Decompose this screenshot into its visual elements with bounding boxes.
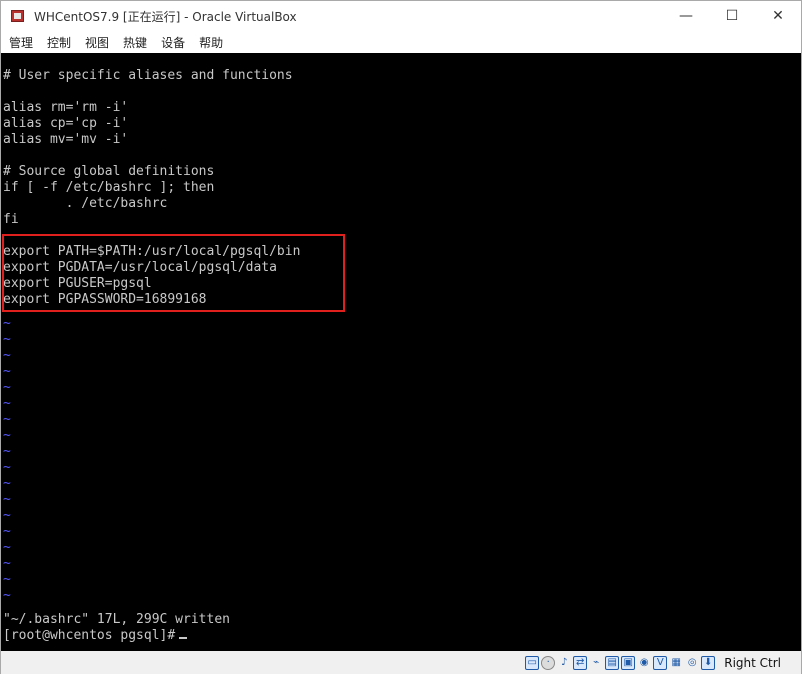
tilde-marker: ~ [3, 556, 11, 571]
terminal-line: if [ -f /etc/bashrc ]; then [3, 180, 215, 195]
tilde-marker: ~ [3, 380, 11, 395]
menu-view[interactable]: 视图 [79, 34, 115, 51]
menu-control[interactable]: 控制 [41, 34, 77, 51]
host-key-label[interactable]: Right Ctrl [724, 656, 781, 670]
title-bar[interactable]: WHCentOS7.9 [正在运行] - Oracle VirtualBox —… [1, 1, 801, 31]
menu-hotkey[interactable]: 热键 [117, 34, 153, 51]
cpu-icon[interactable]: ▦ [669, 656, 683, 670]
terminal-line: fi [3, 212, 19, 227]
terminal-line: alias mv='mv -i' [3, 132, 129, 147]
virtualbox-app-icon [10, 8, 26, 24]
tilde-marker: ~ [3, 364, 11, 379]
shared-folder-icon[interactable]: ▤ [605, 655, 620, 670]
tilde-marker: ~ [3, 348, 11, 363]
terminal-line: . /etc/bashrc [3, 196, 168, 211]
display-icon[interactable]: ▣ [621, 655, 636, 670]
hdd-icon[interactable]: ▭ [525, 655, 540, 670]
vim-status-line: "~/.bashrc" 17L, 299C written [3, 612, 230, 627]
virtualbox-window: WHCentOS7.9 [正在运行] - Oracle VirtualBox —… [0, 0, 802, 674]
menu-devices[interactable]: 设备 [155, 34, 191, 51]
close-button[interactable]: ✕ [755, 1, 801, 31]
minimize-button[interactable]: — [663, 1, 709, 31]
tilde-marker: ~ [3, 524, 11, 539]
text-cursor [179, 637, 188, 639]
window-title: WHCentOS7.9 [正在运行] - Oracle VirtualBox [34, 9, 297, 24]
mouse-integration-icon[interactable]: ◎ [685, 656, 699, 670]
shell-prompt-line: [root@whcentos pgsql]# [3, 628, 188, 644]
terminal-line: # Source global definitions [3, 164, 215, 179]
tilde-marker: ~ [3, 460, 11, 475]
highlight-box [2, 234, 345, 312]
tilde-marker: ~ [3, 476, 11, 491]
tilde-marker: ~ [3, 412, 11, 427]
host-key-arrow-icon[interactable]: ⬇ [701, 655, 716, 670]
menu-manage[interactable]: 管理 [3, 34, 39, 51]
tilde-marker: ~ [3, 428, 11, 443]
terminal-line: alias cp='cp -i' [3, 116, 129, 131]
maximize-button[interactable]: ☐ [709, 1, 755, 31]
terminal-line: # User specific aliases and functions [3, 68, 293, 83]
audio-icon[interactable]: ♪ [557, 656, 571, 670]
tilde-marker: ~ [3, 508, 11, 523]
optical-disc-icon[interactable]: · [541, 655, 556, 670]
tilde-marker: ~ [3, 588, 11, 603]
tilde-marker: ~ [3, 396, 11, 411]
tilde-marker: ~ [3, 572, 11, 587]
tilde-marker: ~ [3, 540, 11, 555]
tilde-marker: ~ [3, 332, 11, 347]
menu-help[interactable]: 帮助 [193, 34, 229, 51]
vm-screen[interactable]: # User specific aliases and functions al… [1, 53, 801, 651]
virtualization-icon[interactable]: V [653, 655, 668, 670]
menu-bar: 管理 控制 视图 热键 设备 帮助 [1, 31, 801, 53]
device-icons: ▭ · ♪ ⇄ ⌁ ▤ ▣ ◉ V ▦ ◎ ⬇ [524, 655, 716, 670]
window-controls: — ☐ ✕ [663, 1, 801, 31]
tilde-marker: ~ [3, 492, 11, 507]
terminal-line: alias rm='rm -i' [3, 100, 129, 115]
status-bar: ▭ · ♪ ⇄ ⌁ ▤ ▣ ◉ V ▦ ◎ ⬇ Right Ctrl [1, 651, 801, 674]
video-capture-icon[interactable]: ◉ [637, 656, 651, 670]
tilde-marker: ~ [3, 444, 11, 459]
shell-prompt: [root@whcentos pgsql]# [3, 628, 176, 643]
usb-icon[interactable]: ⌁ [589, 656, 603, 670]
network-icon[interactable]: ⇄ [573, 655, 588, 670]
tilde-marker: ~ [3, 316, 11, 331]
